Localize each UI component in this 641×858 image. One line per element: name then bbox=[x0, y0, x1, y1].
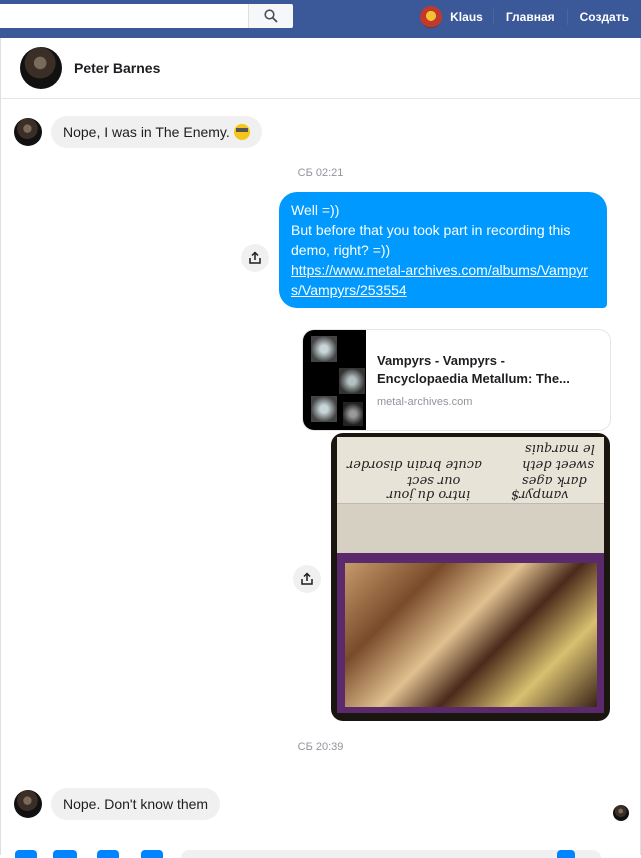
message-text: But before that you took part in recordi… bbox=[291, 222, 571, 258]
link-preview-domain: metal-archives.com bbox=[377, 396, 473, 408]
message-text: Nope. Don't know them bbox=[63, 796, 209, 812]
seen-indicator-avatar bbox=[613, 805, 629, 821]
track-label: le marquis bbox=[525, 441, 595, 456]
track-label: acute brain disorder bbox=[347, 457, 482, 472]
search-icon bbox=[264, 9, 278, 23]
message-bubble-incoming[interactable]: Nope. Don't know them bbox=[51, 788, 221, 820]
conversation-panel: Peter Barnes Nope, I was in The Enemy. С… bbox=[0, 38, 641, 858]
track-label: our sect bbox=[407, 473, 461, 488]
share-button[interactable] bbox=[241, 244, 269, 272]
link-preview-title: Vampyrs - Vampyrs - Encyclopaedia Metall… bbox=[377, 353, 570, 386]
avatar[interactable] bbox=[20, 47, 62, 89]
message-bubble-incoming[interactable]: Nope, I was in The Enemy. bbox=[51, 116, 262, 148]
add-icon[interactable] bbox=[15, 850, 37, 858]
search-button[interactable] bbox=[248, 4, 293, 28]
nav-create-link[interactable]: Создать bbox=[566, 9, 641, 25]
timestamp: СБ 02:21 bbox=[297, 167, 344, 179]
share-icon bbox=[249, 251, 261, 264]
track-label: dark ages bbox=[522, 473, 587, 488]
message-input[interactable] bbox=[181, 850, 601, 858]
message-text: Well =)) bbox=[291, 202, 340, 218]
nav-home-link[interactable]: Главная bbox=[492, 9, 567, 25]
band-photo bbox=[345, 563, 597, 707]
track-label: vampyr$ bbox=[511, 487, 569, 502]
top-navigation-bar: Klaus Главная Создать bbox=[0, 0, 641, 39]
top-nav-links: Klaus Главная Создать bbox=[420, 0, 641, 34]
message-text: Nope, I was in The Enemy. bbox=[63, 124, 230, 140]
cassette-tracklist: le marquis sweet deth acute brain disord… bbox=[337, 437, 604, 503]
contact-name[interactable]: Peter Barnes bbox=[74, 60, 160, 76]
avatar[interactable] bbox=[14, 790, 42, 818]
cassette-fold bbox=[337, 503, 604, 611]
track-label: intro du jour bbox=[387, 487, 471, 502]
nav-user-name[interactable]: Klaus bbox=[450, 9, 483, 25]
nav-user-profile[interactable]: Klaus bbox=[420, 6, 493, 28]
emoji-icon[interactable] bbox=[557, 850, 575, 858]
link-preview-thumbnail bbox=[303, 330, 366, 430]
conversation-header: Peter Barnes bbox=[1, 38, 640, 99]
photo-attachment[interactable]: le marquis sweet deth acute brain disord… bbox=[331, 433, 610, 721]
link-preview-card[interactable]: Vampyrs - Vampyrs - Encyclopaedia Metall… bbox=[302, 329, 611, 431]
gallery-icon[interactable] bbox=[53, 850, 77, 858]
sticker-icon[interactable] bbox=[97, 850, 119, 858]
message-link[interactable]: https://www.metal-archives.com/albums/Va… bbox=[291, 260, 595, 300]
share-button[interactable] bbox=[293, 565, 321, 593]
track-label: sweet deth bbox=[522, 457, 595, 472]
message-bubble-outgoing[interactable]: Well =)) But before that you took part i… bbox=[279, 192, 607, 308]
gif-icon[interactable] bbox=[141, 850, 163, 858]
avatar[interactable] bbox=[420, 6, 443, 28]
timestamp: СБ 20:39 bbox=[297, 741, 344, 753]
avatar[interactable] bbox=[14, 118, 42, 146]
share-icon bbox=[301, 572, 313, 585]
nerd-face-emoji-icon bbox=[233, 124, 250, 140]
